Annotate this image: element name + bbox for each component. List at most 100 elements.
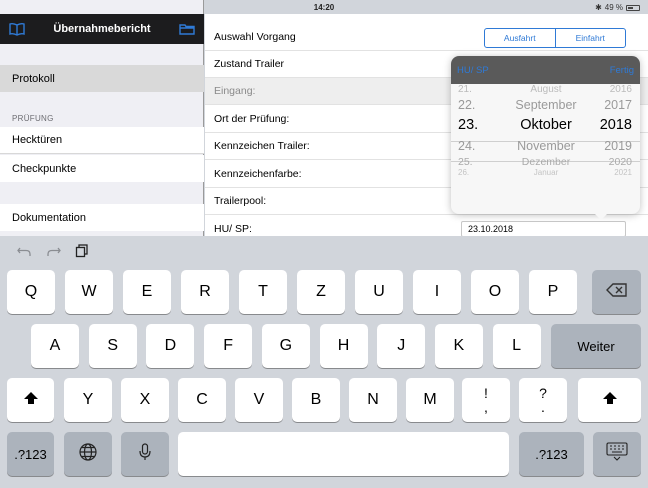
numbers-key-left[interactable]: .?123 xyxy=(7,432,54,476)
shift-icon xyxy=(602,390,618,411)
key-y[interactable]: Y xyxy=(64,378,112,422)
sidebar-section-pruefung: PRÜFUNG xyxy=(12,114,54,123)
picker-value[interactable]: Dezember xyxy=(503,156,589,168)
key-label: ? xyxy=(539,385,547,401)
key-e[interactable]: E xyxy=(123,270,171,314)
globe-icon xyxy=(78,442,98,467)
form-label: HU/ SP: xyxy=(214,222,252,235)
keyboard-shortcut-bar xyxy=(0,236,648,268)
picker-value[interactable]: 26. xyxy=(458,168,498,177)
sidebar-title: Übernahmebericht xyxy=(53,23,151,35)
done-button[interactable]: Fertig xyxy=(610,65,634,76)
form-label: Kennzeichenfarbe: xyxy=(214,168,302,180)
key-o[interactable]: O xyxy=(471,270,519,314)
key-d[interactable]: D xyxy=(146,324,195,368)
picker-selected-value[interactable]: 23. xyxy=(458,117,498,133)
key-z[interactable]: Z xyxy=(297,270,345,314)
keyboard-dismiss-icon xyxy=(606,441,628,467)
sidebar-item-label: Dokumentation xyxy=(12,211,86,224)
dismiss-keyboard-key[interactable] xyxy=(593,432,641,476)
day-wheel[interactable]: 21. 22. 23. 24. 25. 26. xyxy=(458,84,498,208)
hu-sp-date-field[interactable]: 23.10.2018 xyxy=(461,221,626,237)
vorgang-segmented-control: Ausfahrt Einfahrt xyxy=(484,28,626,48)
exclamation-comma-key[interactable]: !, xyxy=(462,378,510,422)
key-s[interactable]: S xyxy=(88,324,137,368)
picker-value[interactable]: September xyxy=(503,98,589,112)
sidebar-header: Übernahmebericht xyxy=(0,14,204,44)
return-key[interactable]: Weiter xyxy=(551,324,641,368)
key-label: ! xyxy=(484,385,488,401)
picker-value[interactable]: 22. xyxy=(458,98,498,112)
sidebar-item-label: Checkpunkte xyxy=(12,162,77,175)
picker-value[interactable]: 2020 xyxy=(592,156,632,168)
redo-icon[interactable] xyxy=(46,243,62,264)
picker-value[interactable]: 2019 xyxy=(592,139,632,153)
battery-icon xyxy=(626,4,640,11)
key-h[interactable]: H xyxy=(319,324,368,368)
key-r[interactable]: R xyxy=(181,270,229,314)
paste-icon[interactable] xyxy=(75,244,89,263)
segment-einfahrt[interactable]: Einfahrt xyxy=(554,29,626,47)
undo-icon[interactable] xyxy=(16,243,32,264)
sidebar-item-hecktueren[interactable]: Hecktüren xyxy=(0,127,204,154)
form-label: Kennzeichen Trailer: xyxy=(214,140,310,152)
key-x[interactable]: X xyxy=(121,378,169,422)
battery-percent: 49 % xyxy=(604,3,623,12)
key-u[interactable]: U xyxy=(355,270,403,314)
question-period-key[interactable]: ?. xyxy=(519,378,567,422)
key-w[interactable]: W xyxy=(65,270,113,314)
form-label: Trailerpool: xyxy=(214,195,267,207)
form-label: Ort der Prüfung: xyxy=(214,113,290,125)
key-m[interactable]: M xyxy=(406,378,454,422)
shift-right-key[interactable] xyxy=(578,378,641,422)
bluetooth-icon: ✱ xyxy=(595,3,602,12)
picker-value[interactable]: 24. xyxy=(458,139,498,153)
picker-value[interactable]: 2021 xyxy=(592,168,632,177)
picker-value[interactable]: 25. xyxy=(458,156,498,168)
segment-ausfahrt[interactable]: Ausfahrt xyxy=(485,29,555,47)
folder-icon[interactable] xyxy=(178,20,196,38)
space-key[interactable] xyxy=(178,432,509,476)
numbers-key-right[interactable]: .?123 xyxy=(519,432,584,476)
picker-value[interactable]: Januar xyxy=(503,168,589,177)
picker-value[interactable]: November xyxy=(503,139,589,153)
picker-selected-value[interactable]: 2018 xyxy=(592,117,632,133)
picker-value[interactable]: August xyxy=(503,84,589,95)
picker-value[interactable]: 2017 xyxy=(592,98,632,112)
key-n[interactable]: N xyxy=(349,378,397,422)
key-v[interactable]: V xyxy=(235,378,283,422)
sidebar-item-protokoll[interactable]: Protokoll xyxy=(0,65,204,92)
key-label: . xyxy=(541,399,545,415)
sidebar-item-checkpunkte[interactable]: Checkpunkte xyxy=(0,155,204,182)
key-g[interactable]: G xyxy=(261,324,310,368)
picker-selected-value[interactable]: Oktober xyxy=(503,117,589,133)
backspace-key[interactable] xyxy=(592,270,641,314)
key-c[interactable]: C xyxy=(178,378,226,422)
microphone-icon xyxy=(138,442,152,467)
sidebar-item-dokumentation[interactable]: Dokumentation xyxy=(0,204,204,231)
globe-key[interactable] xyxy=(64,432,112,476)
picker-value[interactable]: 2016 xyxy=(592,84,632,95)
shift-left-key[interactable] xyxy=(7,378,54,422)
delete-icon xyxy=(605,282,629,303)
month-wheel[interactable]: August September Oktober November Dezember Ja… xyxy=(503,84,589,208)
dictation-key[interactable] xyxy=(121,432,169,476)
key-p[interactable]: P xyxy=(529,270,577,314)
key-a[interactable]: A xyxy=(31,324,79,368)
date-picker-popover: HU/ SP Fertig 21. 22. 23. 24. 25. 26. August S… xyxy=(451,56,640,214)
key-k[interactable]: K xyxy=(434,324,483,368)
sidebar-item-label: Hecktüren xyxy=(12,134,63,146)
key-q[interactable]: Q xyxy=(7,270,55,314)
year-wheel[interactable]: 2016 2017 2018 2019 2020 2021 xyxy=(592,84,632,208)
key-i[interactable]: I xyxy=(413,270,461,314)
status-right: ✱ 49 % xyxy=(595,3,640,12)
picker-value[interactable]: 21. xyxy=(458,84,498,95)
form-label: Eingang: xyxy=(214,85,256,97)
key-f[interactable]: F xyxy=(204,324,253,368)
key-l[interactable]: L xyxy=(492,324,541,368)
sidebar: Übernahmebericht Protokoll PRÜFUNG Heckt… xyxy=(0,0,204,236)
key-b[interactable]: B xyxy=(292,378,340,422)
key-t[interactable]: T xyxy=(239,270,287,314)
shift-icon xyxy=(23,390,39,411)
key-j[interactable]: J xyxy=(377,324,426,368)
